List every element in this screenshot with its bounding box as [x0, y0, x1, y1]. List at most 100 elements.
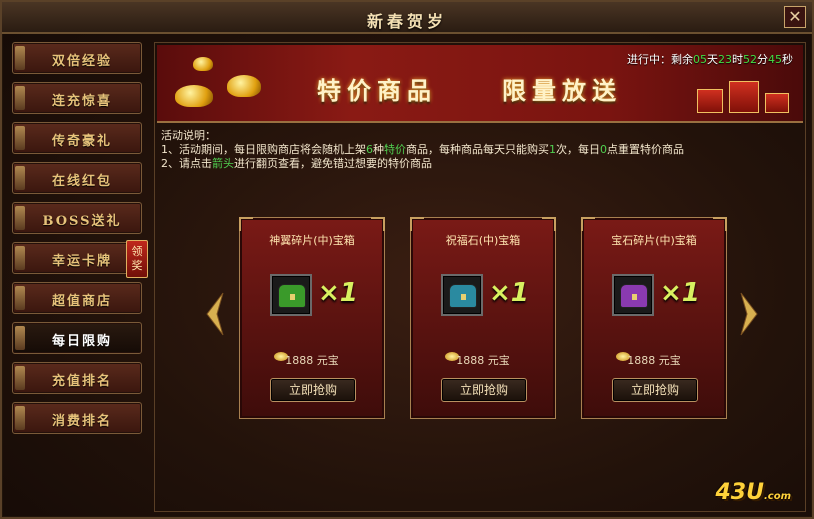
- countdown-days: 05: [693, 53, 707, 66]
- sidebar-item-daily-limited[interactable]: 每日限购: [12, 322, 142, 354]
- sidebar-item-label: 幸运卡牌: [51, 254, 112, 269]
- treasure-chest-icon: [620, 284, 648, 308]
- sidebar-item-label: 消费排名: [51, 414, 112, 429]
- buy-now-button[interactable]: 立即抢购: [612, 378, 698, 402]
- product-card: 宝石碎片(中)宝箱 ×1 1888 元宝 立即抢购: [581, 217, 727, 419]
- sidebar-item-spend-rank[interactable]: 消费排名: [12, 402, 142, 434]
- price-value: 1888: [285, 354, 314, 367]
- sidebar-item-boss-gift[interactable]: BOSS送礼: [12, 202, 142, 234]
- sidebar-item-lucky-card[interactable]: 幸运卡牌: [12, 242, 142, 274]
- product-price: 1888 元宝: [240, 352, 384, 368]
- desc-text: 种: [373, 143, 384, 156]
- product-quantity: ×1: [660, 278, 700, 308]
- desc-text: 2、请点击: [161, 157, 212, 170]
- buy-now-button[interactable]: 立即抢购: [441, 378, 527, 402]
- claim-badge[interactable]: 领奖: [126, 240, 148, 278]
- tab-cap: [15, 406, 25, 430]
- logo-suffix: .com: [763, 491, 791, 502]
- countdown-seconds: 45: [768, 53, 782, 66]
- tab-cap: [15, 126, 25, 150]
- window-title: 新春贺岁: [366, 12, 447, 31]
- product-price: 1888 元宝: [411, 352, 555, 368]
- countdown-seconds-unit: 秒: [782, 53, 793, 66]
- tab-cap: [15, 86, 25, 110]
- site-logo: 43U.com: [715, 480, 791, 505]
- sidebar-item-label: 传奇豪礼: [51, 134, 112, 149]
- product-quantity: ×1: [489, 278, 529, 308]
- sidebar-item-label: BOSS送礼: [42, 214, 122, 229]
- countdown-hours-unit: 时: [732, 53, 743, 66]
- banner-text-limited: 限量放送: [502, 76, 622, 105]
- price-unit: 元宝: [316, 354, 339, 367]
- logo-text: 43U: [715, 480, 764, 505]
- tab-cap: [15, 366, 25, 390]
- sidebar-item-online-redpacket[interactable]: 在线红包: [12, 162, 142, 194]
- product-name: 宝石碎片(中)宝箱: [611, 234, 697, 247]
- chest-lock: [461, 294, 466, 300]
- product-card: 祝福石(中)宝箱 ×1 1888 元宝 立即抢购: [410, 217, 556, 419]
- treasure-chest-icon: [449, 284, 477, 308]
- sidebar-item-recharge-rank[interactable]: 充值排名: [12, 362, 142, 394]
- product-price: 1888 元宝: [582, 352, 726, 368]
- price-unit: 元宝: [658, 354, 681, 367]
- close-button[interactable]: ✕: [784, 6, 806, 28]
- card-corner: [581, 217, 595, 231]
- title-bar: 新春贺岁 ✕: [2, 2, 812, 34]
- prev-page-arrow-icon[interactable]: [205, 291, 225, 337]
- tab-cap: [15, 286, 25, 310]
- product-name: 神翼碎片(中)宝箱: [269, 234, 355, 247]
- card-corner: [410, 217, 424, 231]
- desc-text: 商品，每种商品每天只能购买: [406, 143, 549, 156]
- gift-box-icon: [729, 81, 759, 113]
- gift-box-icon: [697, 89, 723, 113]
- desc-highlight: 1: [549, 143, 556, 156]
- countdown-minutes-unit: 分: [757, 53, 768, 66]
- desc-text: 次，每日: [556, 143, 600, 156]
- sidebar-item-label: 充值排名: [51, 374, 112, 389]
- item-slot[interactable]: [441, 274, 483, 316]
- sidebar-item-label: 连充惊喜: [51, 94, 112, 109]
- countdown-days-unit: 天: [707, 53, 718, 66]
- desc-highlight: 6: [366, 143, 373, 156]
- activity-description: 活动说明： 1、活动期间，每日限购商店将会随机上架6种特价商品，每种商品每天只能…: [161, 129, 684, 171]
- sidebar-item-label: 双倍经验: [51, 54, 112, 69]
- sidebar-item-legend-gift[interactable]: 传奇豪礼: [12, 122, 142, 154]
- main-panel: 特价商品 限量放送 进行中：剩余05天23时52分45秒 活动说明： 1、活动期…: [154, 42, 806, 512]
- buy-now-button[interactable]: 立即抢购: [270, 378, 356, 402]
- item-slot[interactable]: [612, 274, 654, 316]
- sidebar-item-recharge-surprise[interactable]: 连充惊喜: [12, 82, 142, 114]
- description-line-1: 1、活动期间，每日限购商店将会随机上架6种特价商品，每种商品每天只能购买1次，每…: [161, 143, 684, 157]
- desc-text: 1、活动期间，每日限购商店将会随机上架: [161, 143, 366, 156]
- price-value: 1888: [456, 354, 485, 367]
- product-card: 神翼碎片(中)宝箱 ×1 1888 元宝 立即抢购: [239, 217, 385, 419]
- chest-lock: [290, 294, 295, 300]
- tab-cap: [15, 246, 25, 270]
- tab-cap: [15, 46, 25, 70]
- desc-highlight: 0: [600, 143, 607, 156]
- tab-cap: [15, 206, 25, 230]
- sidebar-item-label: 超值商店: [51, 294, 112, 309]
- description-line-2: 2、请点击箭头进行翻页查看，避免错过想要的特价商品: [161, 157, 684, 171]
- sidebar-item-value-shop[interactable]: 超值商店: [12, 282, 142, 314]
- product-name: 祝福石(中)宝箱: [445, 234, 521, 247]
- card-corner: [713, 217, 727, 231]
- gold-ingot-icon: [175, 85, 213, 107]
- sidebar-item-label: 在线红包: [51, 174, 112, 189]
- desc-text: 点重置特价商品: [607, 143, 684, 156]
- sidebar-item-double-exp[interactable]: 双倍经验: [12, 42, 142, 74]
- card-corner: [371, 217, 385, 231]
- event-window: 新春贺岁 ✕ 双倍经验 连充惊喜 传奇豪礼 在线红包 BOSS送礼 幸运卡牌 超…: [0, 0, 814, 519]
- desc-highlight: 特价: [384, 143, 406, 156]
- countdown-timer: 进行中：剩余05天23时52分45秒: [627, 51, 793, 67]
- banner-text-special: 特价商品: [317, 76, 437, 105]
- treasure-chest-icon: [278, 284, 306, 308]
- next-page-arrow-icon[interactable]: [739, 291, 759, 337]
- card-corner: [542, 217, 556, 231]
- item-slot[interactable]: [270, 274, 312, 316]
- gift-box-icon: [765, 93, 789, 113]
- tab-cap: [15, 166, 25, 190]
- sidebar-item-label: 每日限购: [51, 334, 112, 349]
- promo-banner: 特价商品 限量放送 进行中：剩余05天23时52分45秒: [157, 45, 803, 123]
- chest-lock: [632, 294, 637, 300]
- countdown-hours: 23: [718, 53, 732, 66]
